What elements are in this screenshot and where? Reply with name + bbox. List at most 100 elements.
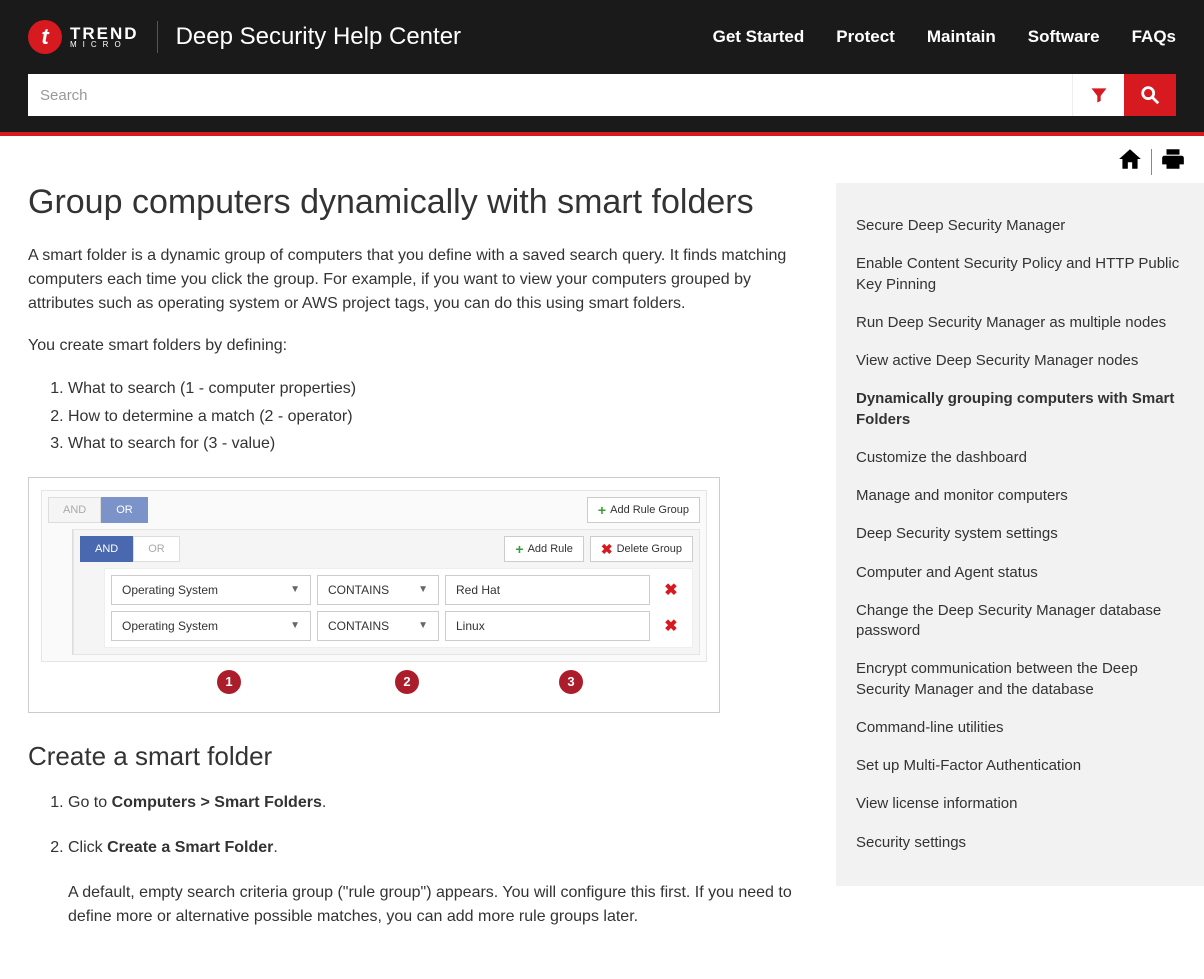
- print-icon: [1160, 146, 1186, 172]
- search-input[interactable]: [28, 74, 1072, 116]
- chevron-down-icon: ▼: [418, 620, 428, 631]
- outer-or-button[interactable]: OR: [101, 497, 148, 523]
- sidebar-item[interactable]: Secure Deep Security Manager: [856, 207, 1184, 245]
- rule-builder-figure: AND OR + Add Rule Group AND OR: [28, 477, 720, 713]
- sidebar-item[interactable]: Encrypt communication between the Deep S…: [856, 650, 1184, 709]
- step-2-suffix: .: [273, 839, 277, 856]
- inner-or-button[interactable]: OR: [133, 536, 180, 562]
- add-rule-group-label: Add Rule Group: [610, 504, 689, 516]
- inner-rule-group: AND OR + Add Rule ✖ Delete Grou: [73, 529, 700, 655]
- rule-row: Operating System ▼ CONTAINS ▼ Red Hat ✖: [111, 575, 686, 605]
- sidebar-item[interactable]: Security settings: [856, 824, 1184, 862]
- close-icon: ✖: [664, 616, 677, 636]
- nav-maintain[interactable]: Maintain: [927, 27, 996, 47]
- rule-operator-value: CONTAINS: [328, 583, 389, 597]
- nav-software[interactable]: Software: [1028, 27, 1100, 47]
- sidebar-item[interactable]: Customize the dashboard: [856, 439, 1184, 477]
- add-rule-button[interactable]: + Add Rule: [504, 536, 583, 562]
- nav-get-started[interactable]: Get Started: [713, 27, 805, 47]
- callout-2: 2: [395, 670, 419, 694]
- add-rule-group-button[interactable]: + Add Rule Group: [587, 497, 700, 523]
- step-2-bold: Create a Smart Folder: [107, 839, 273, 856]
- define-item-3: What to search for (3 - value): [68, 431, 806, 457]
- utility-separator: [1151, 149, 1152, 175]
- outer-and-button[interactable]: AND: [48, 497, 101, 523]
- brand-area: t TREND MICRO Deep Security Help Center: [28, 20, 461, 54]
- delete-rule-button[interactable]: ✖: [656, 611, 686, 641]
- define-item-1: What to search (1 - computer properties): [68, 376, 806, 402]
- rule-value-input[interactable]: Red Hat: [445, 575, 650, 605]
- rule-operator-select[interactable]: CONTAINS▼: [317, 611, 439, 641]
- callout-1: 1: [217, 670, 241, 694]
- callout-3: 3: [559, 670, 583, 694]
- delete-group-label: Delete Group: [617, 543, 682, 555]
- outer-group-header: AND OR + Add Rule Group: [48, 497, 700, 523]
- chevron-down-icon: ▼: [290, 620, 300, 631]
- step-1: Go to Computers > Smart Folders.: [68, 790, 806, 816]
- rule-field-value: Operating System: [122, 583, 218, 597]
- sidebar-item[interactable]: Enable Content Security Policy and HTTP …: [856, 245, 1184, 304]
- steps-list: Go to Computers > Smart Folders. Click C…: [28, 790, 806, 929]
- nav-faqs[interactable]: FAQs: [1132, 27, 1176, 47]
- brand-top: TREND: [70, 26, 139, 41]
- topbar: t TREND MICRO Deep Security Help Center …: [0, 0, 1204, 132]
- brand-logo[interactable]: t TREND MICRO: [28, 20, 139, 54]
- delete-rule-button[interactable]: ✖: [656, 575, 686, 605]
- search-icon: [1139, 84, 1161, 106]
- rule-field-select[interactable]: Operating System ▼: [111, 611, 311, 641]
- step-2: Click Create a Smart Folder. A default, …: [68, 835, 806, 929]
- step-1-prefix: Go to: [68, 794, 112, 811]
- home-icon: [1117, 146, 1143, 172]
- brand-logo-icon: t: [28, 20, 62, 54]
- topbar-row: t TREND MICRO Deep Security Help Center …: [28, 12, 1176, 62]
- inner-block: AND OR + Add Rule ✖ Delete Grou: [72, 529, 700, 655]
- outer-rule-group: AND OR + Add Rule Group AND OR: [41, 490, 707, 662]
- sidebar-item[interactable]: Change the Deep Security Manager databas…: [856, 592, 1184, 651]
- close-icon: ✖: [601, 542, 613, 556]
- brand-logo-text: TREND MICRO: [70, 26, 139, 48]
- chevron-down-icon: ▼: [290, 584, 300, 595]
- inner-and-button[interactable]: AND: [80, 536, 133, 562]
- callout-bubbles: 1 2 3: [41, 670, 707, 700]
- define-lead: You create smart folders by defining:: [28, 334, 806, 358]
- search-row: [28, 62, 1176, 132]
- outer-logic-toggle: AND OR: [48, 497, 148, 523]
- inner-logic-toggle: AND OR: [80, 536, 180, 562]
- rule-value-input[interactable]: Linux: [445, 611, 650, 641]
- step-2-prefix: Click: [68, 839, 107, 856]
- inner-group-header: AND OR + Add Rule ✖ Delete Grou: [80, 536, 693, 562]
- define-item-2: How to determine a match (2 - operator): [68, 404, 806, 430]
- step-1-suffix: .: [322, 794, 326, 811]
- main-layout: Group computers dynamically with smart f…: [0, 177, 1204, 979]
- plus-icon: +: [598, 503, 606, 517]
- rule-row: Operating System ▼ CONTAINS▼ Linux ✖: [111, 611, 686, 641]
- rule-operator-select[interactable]: CONTAINS ▼: [317, 575, 439, 605]
- content-area: Group computers dynamically with smart f…: [28, 183, 806, 949]
- step-1-bold: Computers > Smart Folders: [112, 794, 322, 811]
- search-filter-button[interactable]: [1072, 74, 1124, 116]
- print-button[interactable]: [1160, 146, 1186, 177]
- filter-icon: [1089, 85, 1109, 105]
- nav-protect[interactable]: Protect: [836, 27, 895, 47]
- sidebar-item[interactable]: View license information: [856, 785, 1184, 823]
- sidebar-item[interactable]: Deep Security system settings: [856, 515, 1184, 553]
- sidebar-nav: Secure Deep Security Manager Enable Cont…: [836, 183, 1204, 886]
- sidebar-item-active[interactable]: Dynamically grouping computers with Smar…: [856, 380, 1184, 439]
- brand-separator: [157, 21, 158, 53]
- rule-field-select[interactable]: Operating System ▼: [111, 575, 311, 605]
- search-button[interactable]: [1124, 74, 1176, 116]
- rule-field-value: Operating System: [122, 619, 218, 633]
- intro-paragraph: A smart folder is a dynamic group of com…: [28, 244, 806, 316]
- rules-area: Operating System ▼ CONTAINS ▼ Red Hat ✖ Op…: [104, 568, 693, 648]
- sidebar-item[interactable]: Manage and monitor computers: [856, 477, 1184, 515]
- home-button[interactable]: [1117, 146, 1143, 177]
- chevron-down-icon: ▼: [418, 584, 428, 595]
- sidebar-item[interactable]: Run Deep Security Manager as multiple no…: [856, 304, 1184, 342]
- sidebar-item[interactable]: Command-line utilities: [856, 709, 1184, 747]
- sidebar-item[interactable]: Set up Multi-Factor Authentication: [856, 747, 1184, 785]
- close-icon: ✖: [664, 580, 677, 600]
- sidebar-item[interactable]: View active Deep Security Manager nodes: [856, 342, 1184, 380]
- sidebar-item[interactable]: Computer and Agent status: [856, 554, 1184, 592]
- delete-group-button[interactable]: ✖ Delete Group: [590, 536, 693, 562]
- site-title[interactable]: Deep Security Help Center: [176, 23, 461, 51]
